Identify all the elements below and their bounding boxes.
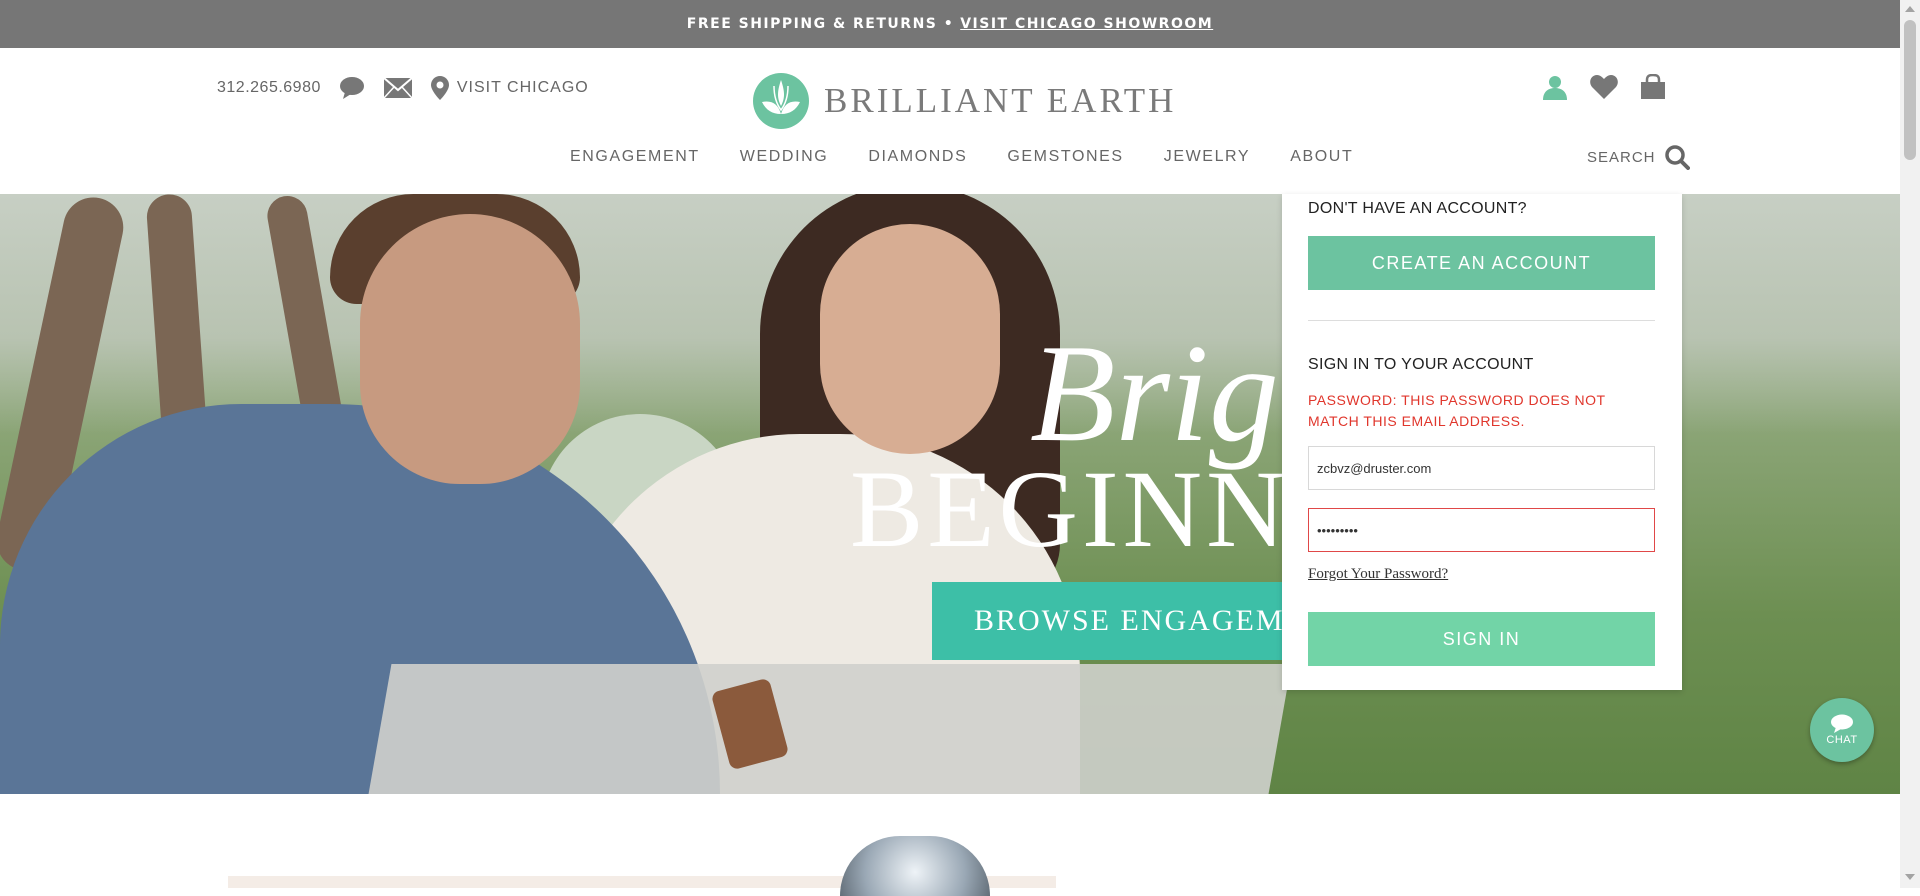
forgot-password-link[interactable]: Forgot Your Password? [1308, 566, 1448, 583]
site-header: 312.265.6980 VISIT CHICAGO BRILLIANT EAR… [0, 48, 1900, 194]
promo-text: FREE SHIPPING & RETURNS • [686, 16, 955, 32]
hero-blanket [368, 664, 1292, 794]
email-icon[interactable] [383, 77, 413, 99]
map-pin-icon [430, 76, 449, 100]
nav-gemstones[interactable]: GEMSTONES [1007, 148, 1123, 166]
leaf-logo-icon [752, 72, 810, 130]
account-icons [1542, 74, 1666, 100]
heart-icon[interactable] [1590, 75, 1618, 99]
hero-man-face [360, 214, 580, 484]
search-label: SEARCH [1587, 148, 1656, 166]
scroll-down-arrow-icon[interactable] [1905, 874, 1915, 880]
visit-chicago-label: VISIT CHICAGO [456, 79, 589, 96]
search-button[interactable]: SEARCH [1587, 144, 1690, 170]
hero-title-caps: BEGINN [850, 448, 1290, 570]
scroll-up-arrow-icon[interactable] [1905, 6, 1915, 12]
email-field[interactable] [1308, 446, 1655, 490]
ring-image [840, 836, 990, 896]
no-account-heading: DON'T HAVE AN ACCOUNT? [1308, 200, 1527, 217]
create-account-button[interactable]: CREATE AN ACCOUNT [1308, 236, 1655, 290]
brand-name: BRILLIANT EARTH [824, 81, 1177, 120]
brand-logo[interactable]: BRILLIANT EARTH [752, 72, 1176, 130]
divider [1308, 320, 1655, 321]
chat-button[interactable]: CHAT [1810, 698, 1874, 762]
sign-in-button[interactable]: SIGN IN [1308, 612, 1655, 666]
nav-jewelry[interactable]: JEWELRY [1164, 148, 1250, 166]
contact-bar: 312.265.6980 VISIT CHICAGO [217, 76, 589, 100]
visit-chicago-link[interactable]: VISIT CHICAGO [430, 76, 589, 100]
main-nav: ENGAGEMENT WEDDING DIAMONDS GEMSTONES JE… [570, 148, 1353, 166]
user-icon[interactable] [1542, 74, 1568, 100]
phone-number[interactable]: 312.265.6980 [217, 79, 321, 97]
hero-title-script: Brig [1030, 316, 1279, 471]
nav-diamonds[interactable]: DIAMONDS [868, 148, 967, 166]
chat-icon [1830, 714, 1854, 734]
below-hero-section [0, 794, 1900, 896]
password-error-message: PASSWORD: THIS PASSWORD DOES NOT MATCH T… [1308, 392, 1606, 429]
nav-about[interactable]: ABOUT [1290, 148, 1353, 166]
search-icon [1664, 144, 1690, 170]
account-dropdown: DON'T HAVE AN ACCOUNT? CREATE AN ACCOUNT… [1282, 194, 1682, 690]
chat-bubble-icon[interactable] [339, 76, 365, 100]
hero-woman-face [820, 224, 1000, 454]
chat-label: CHAT [1826, 734, 1858, 746]
nav-wedding[interactable]: WEDDING [740, 148, 829, 166]
scrollbar[interactable] [1900, 0, 1920, 888]
nav-engagement[interactable]: ENGAGEMENT [570, 148, 700, 166]
browse-engagement-button[interactable]: BROWSE ENGAGEMENT [932, 582, 1334, 660]
scroll-thumb[interactable] [1904, 20, 1916, 160]
visit-showroom-link[interactable]: VISIT CHICAGO SHOWROOM [960, 16, 1213, 32]
password-field[interactable] [1308, 508, 1655, 552]
shopping-bag-icon[interactable] [1640, 74, 1666, 100]
sign-in-heading: SIGN IN TO YOUR ACCOUNT [1308, 356, 1534, 373]
promo-bar: FREE SHIPPING & RETURNS • VISIT CHICAGO … [0, 0, 1900, 48]
